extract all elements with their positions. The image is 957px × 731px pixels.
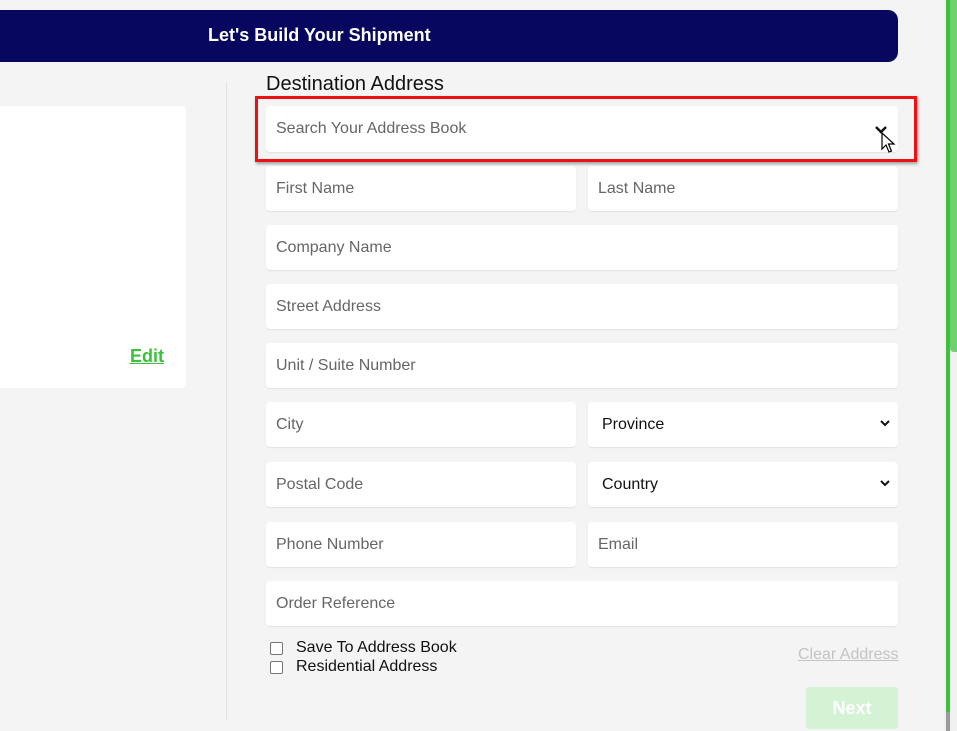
last-name-input[interactable] xyxy=(588,166,898,211)
order-reference-field[interactable] xyxy=(266,581,898,626)
unit-suite-input[interactable] xyxy=(266,343,898,388)
residential-address-label: Residential Address xyxy=(296,658,438,675)
city-input[interactable] xyxy=(266,402,576,447)
header-bar: Let's Build Your Shipment xyxy=(0,10,898,62)
edit-link[interactable]: Edit xyxy=(130,346,164,367)
postal-code-input[interactable] xyxy=(266,462,576,507)
postal-code-field[interactable] xyxy=(266,462,576,507)
next-button[interactable]: Next xyxy=(806,687,898,729)
clear-address-link[interactable]: Clear Address xyxy=(798,646,899,664)
mouse-cursor-icon xyxy=(881,132,896,153)
city-field[interactable] xyxy=(266,402,576,447)
save-address-checkbox[interactable] xyxy=(270,641,283,655)
country-select[interactable]: Country xyxy=(588,462,898,507)
scrollbar-end xyxy=(946,712,950,731)
order-reference-input[interactable] xyxy=(266,581,898,626)
street-address-field[interactable] xyxy=(266,284,898,329)
first-name-field[interactable] xyxy=(266,166,576,211)
company-name-input[interactable] xyxy=(266,225,898,270)
street-address-input[interactable] xyxy=(266,284,898,329)
residential-address-row[interactable]: Residential Address xyxy=(270,658,437,676)
address-book-search[interactable] xyxy=(266,106,898,152)
chevron-down-icon xyxy=(880,420,890,427)
company-name-field[interactable] xyxy=(266,225,898,270)
page-title: Let's Build Your Shipment xyxy=(208,25,431,45)
country-select-value: Country xyxy=(602,475,659,493)
unit-suite-field[interactable] xyxy=(266,343,898,388)
province-select-value: Province xyxy=(602,415,665,433)
email-input[interactable] xyxy=(588,522,898,567)
address-book-search-input[interactable] xyxy=(266,106,898,152)
scrollbar-thumb[interactable] xyxy=(950,0,957,352)
last-name-field[interactable] xyxy=(588,166,898,211)
first-name-input[interactable] xyxy=(266,166,576,211)
residential-address-checkbox[interactable] xyxy=(270,660,283,674)
column-divider xyxy=(226,82,227,720)
phone-number-field[interactable] xyxy=(266,522,576,567)
email-field[interactable] xyxy=(588,522,898,567)
phone-number-input[interactable] xyxy=(266,522,576,567)
save-address-label: Save To Address Book xyxy=(296,639,457,656)
destination-title: Destination Address xyxy=(266,73,444,95)
chevron-down-icon xyxy=(880,480,890,487)
save-address-row[interactable]: Save To Address Book xyxy=(270,639,457,657)
province-select[interactable]: Province xyxy=(588,402,898,447)
